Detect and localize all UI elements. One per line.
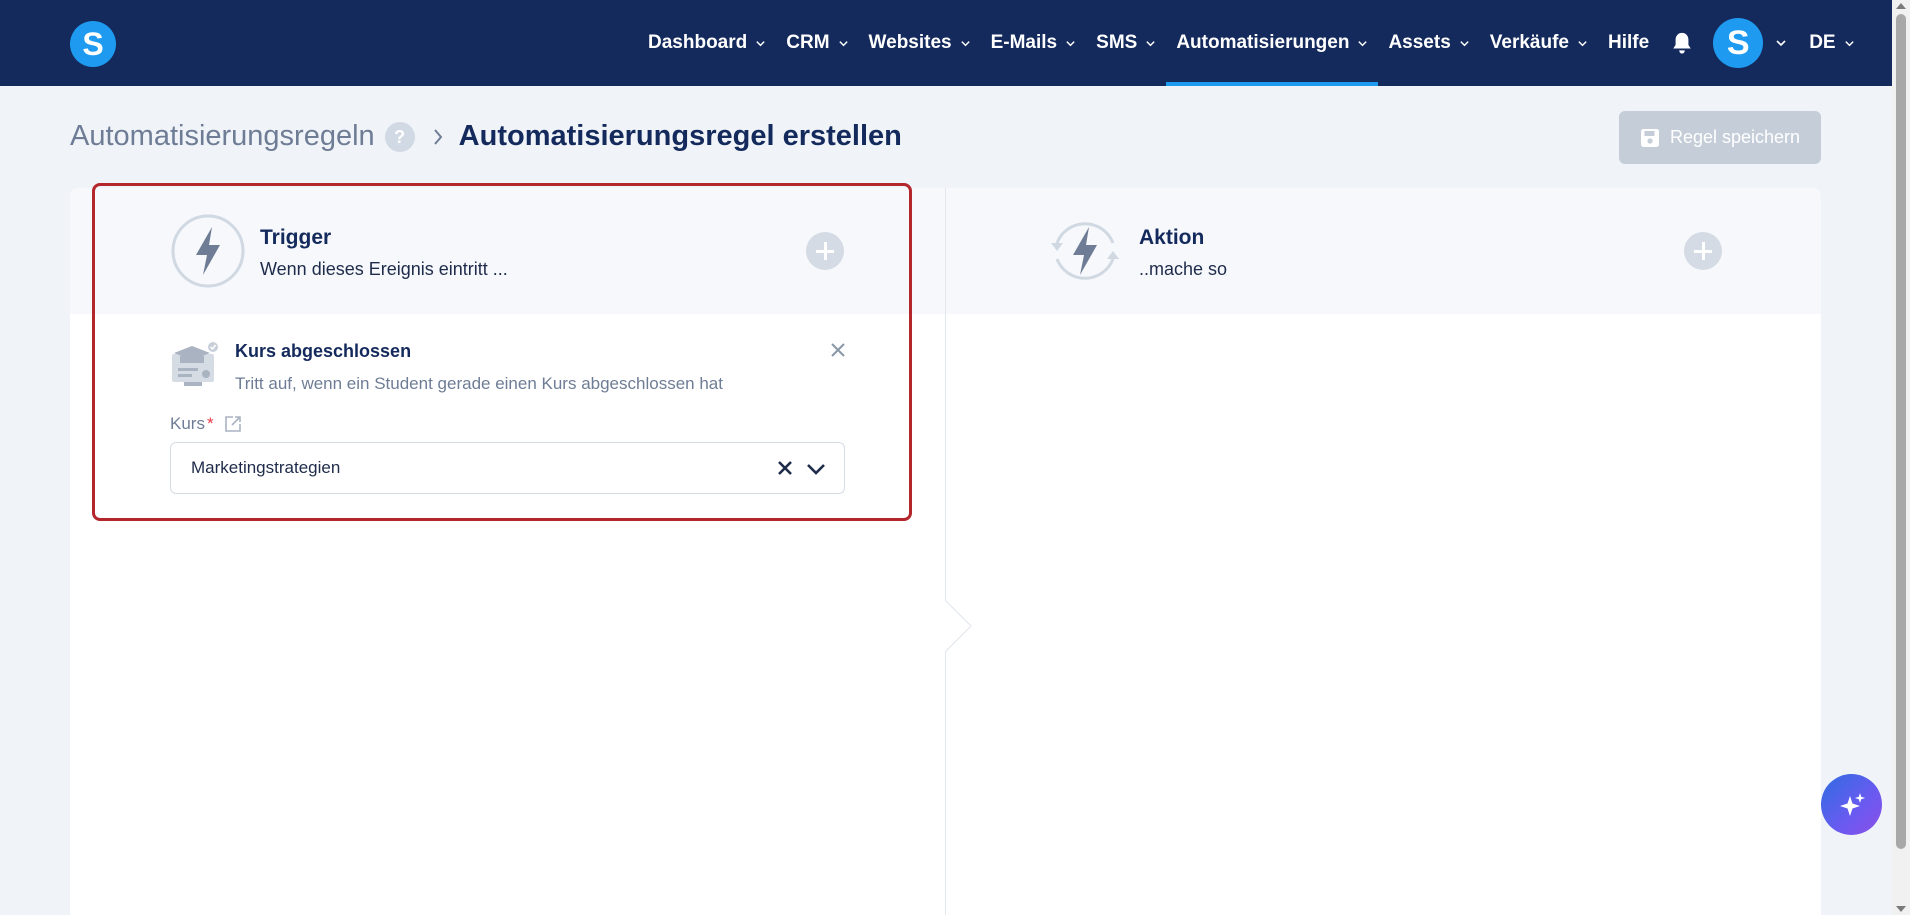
nav-verkaeufe-label: Verkäufe (1489, 32, 1570, 53)
page-title: Automatisierungsregel erstellen (458, 120, 902, 152)
lightning-bolt-cycle-icon (1051, 222, 1119, 280)
panel-divider (945, 188, 946, 915)
scroll-down-arrow[interactable] (1896, 906, 1906, 912)
chevron-down-icon (1578, 40, 1587, 46)
language-selector[interactable]: DE (1787, 0, 1864, 86)
nav-dashboard-label: Dashboard (648, 32, 748, 53)
course-select[interactable]: Marketingstrategien (170, 442, 845, 494)
trigger-item-title: Kurs abgeschlossen (235, 341, 412, 361)
nav-hilfe[interactable]: Hilfe (1598, 0, 1659, 86)
nav-assets-label: Assets (1388, 32, 1451, 53)
course-field-label: Kurs * (170, 414, 242, 434)
trigger-subtitle: Wenn dieses Ereignis eintritt ... (260, 259, 508, 279)
chevron-down-icon (1844, 40, 1854, 46)
nav-dashboard[interactable]: Dashboard (638, 0, 776, 86)
chevron-down-icon (1358, 40, 1368, 46)
chevron-down-icon (960, 40, 970, 46)
breadcrumb-root-link[interactable]: Automatisierungsregeln (70, 120, 375, 153)
nav-automatisierungen[interactable]: Automatisierungen (1166, 0, 1379, 86)
ai-assistant-button[interactable] (1821, 774, 1882, 835)
graduation-certificate-icon (172, 342, 218, 386)
action-title: Aktion (1139, 226, 1205, 249)
nav-emails-label: E-Mails (990, 32, 1058, 53)
nav-websites[interactable]: Websites (859, 0, 981, 86)
help-icon[interactable]: ? (384, 121, 415, 152)
page-scrollbar[interactable] (1892, 0, 1910, 915)
language-label: DE (1809, 32, 1836, 53)
close-icon[interactable] (826, 338, 850, 362)
required-marker: * (206, 414, 214, 433)
chevron-down-icon (838, 40, 848, 46)
chevron-down-icon (1460, 40, 1469, 46)
nav-verkaeufe[interactable]: Verkäufe (1480, 0, 1598, 86)
save-rule-label: Regel speichern (1669, 127, 1801, 147)
breadcrumb: Automatisierungsregeln ? Automatisierung… (70, 120, 902, 153)
nav-automatisierungen-label: Automatisierungen (1176, 32, 1350, 53)
main-nav: Dashboard CRM Websites E-Mails SMS Autom… (638, 0, 1865, 86)
add-action-button[interactable] (1684, 232, 1722, 270)
nav-sms[interactable]: SMS (1086, 0, 1166, 86)
bell-icon[interactable] (1671, 31, 1693, 55)
top-navigation-bar: S Dashboard CRM Websites E-Mails SMS Aut… (0, 0, 1892, 86)
nav-crm-label: CRM (786, 32, 830, 53)
external-link-icon[interactable] (224, 415, 242, 433)
trigger-item-description: Tritt auf, wenn ein Student gerade einen… (235, 374, 723, 393)
nav-websites-label: Websites (868, 32, 952, 53)
lightning-bolt-icon (171, 214, 245, 288)
divider-arrow (945, 600, 972, 652)
course-select-value: Marketingstrategien (191, 458, 341, 477)
nav-emails[interactable]: E-Mails (981, 0, 1087, 86)
sparkles-icon (1839, 792, 1865, 816)
chevron-right-icon (433, 128, 442, 145)
action-subtitle: ..mache so (1139, 259, 1228, 279)
chevron-down-icon (1066, 40, 1075, 46)
nav-crm[interactable]: CRM (776, 0, 858, 86)
add-trigger-button[interactable] (806, 232, 844, 270)
save-rule-button[interactable]: Regel speichern (1619, 111, 1821, 164)
user-avatar[interactable]: S (1713, 18, 1764, 68)
scroll-up-arrow[interactable] (1896, 3, 1906, 9)
course-label-text: Kurs (170, 414, 205, 433)
scroll-thumb[interactable] (1896, 14, 1906, 849)
floppy-disk-icon (1640, 128, 1659, 147)
trigger-title: Trigger (260, 226, 332, 249)
rule-editor-card: Trigger Wenn dieses Ereignis eintritt ..… (70, 188, 1821, 915)
chevron-down-icon (756, 40, 765, 46)
clear-selection-icon[interactable] (775, 458, 795, 478)
nav-assets[interactable]: Assets (1378, 0, 1479, 86)
chevron-down-icon[interactable] (805, 459, 827, 479)
nav-hilfe-label: Hilfe (1608, 32, 1650, 53)
nav-sms-label: SMS (1096, 32, 1138, 53)
chevron-down-icon[interactable] (1775, 37, 1787, 49)
chevron-down-icon (1146, 40, 1156, 46)
brand-logo[interactable]: S (70, 21, 116, 67)
